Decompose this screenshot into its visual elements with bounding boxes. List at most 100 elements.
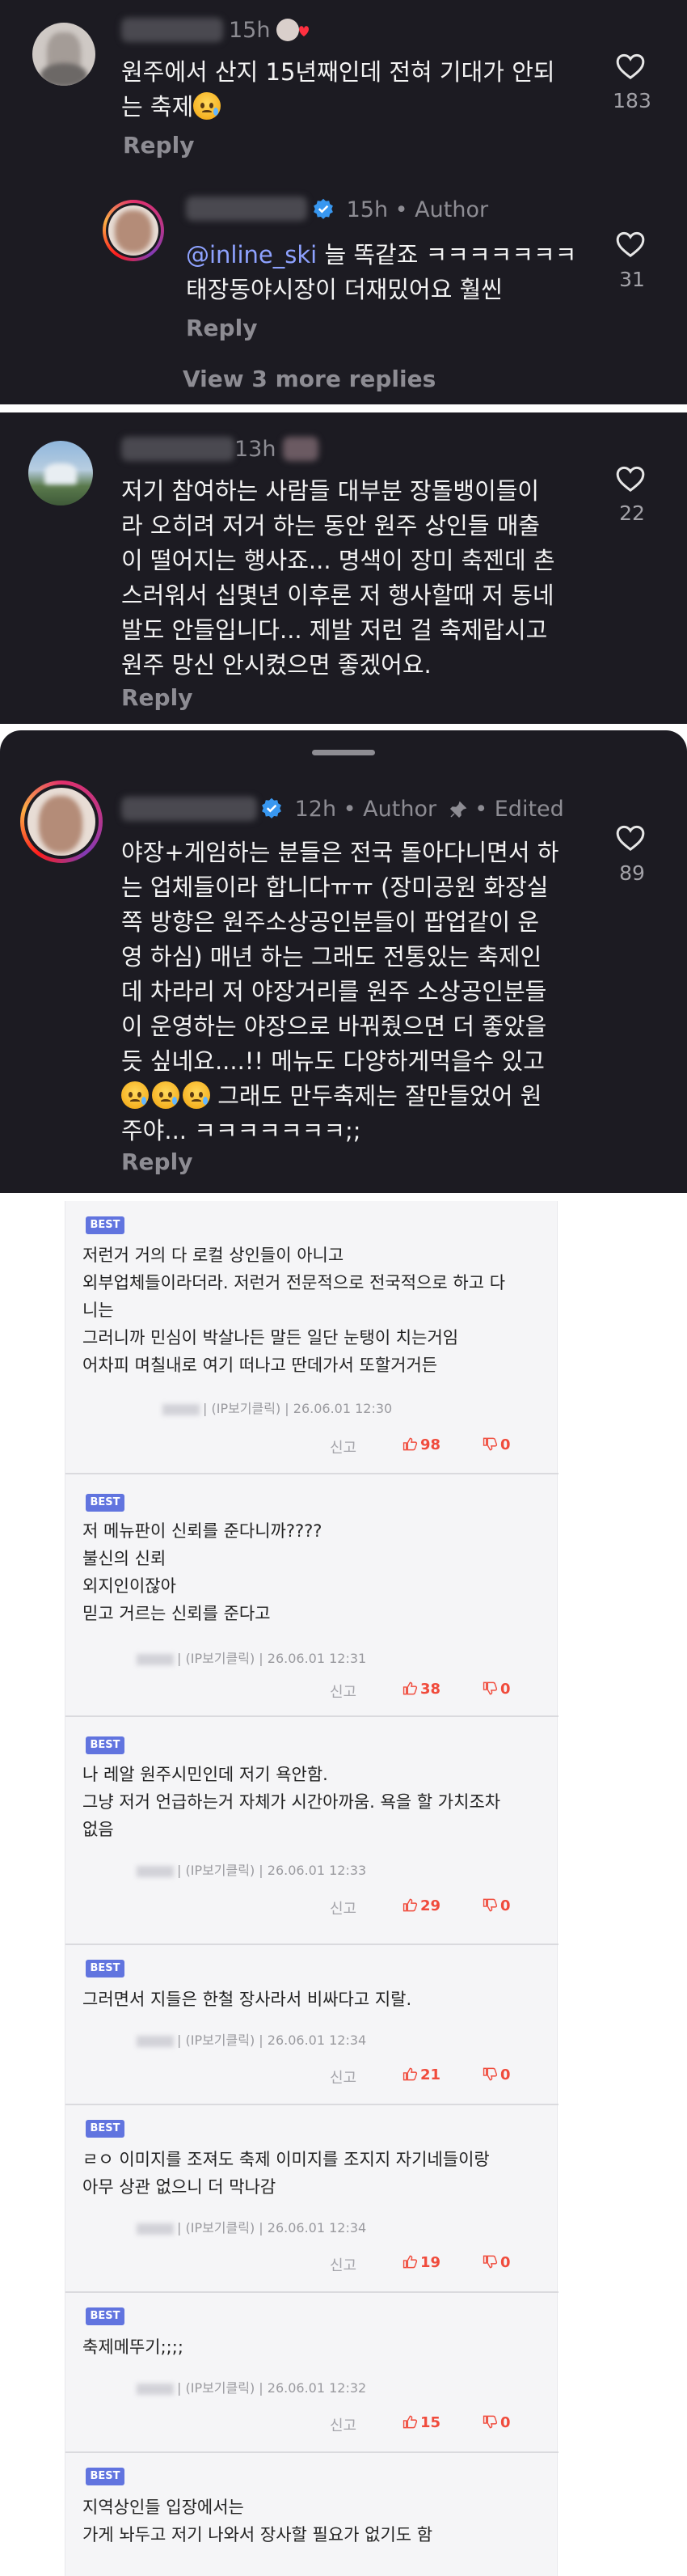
- downvote-button[interactable]: 0: [483, 2414, 511, 2431]
- thumbs-up-icon: [403, 2415, 418, 2429]
- board-comment: BEST 지역상인들 입장에서는 가게 놔두고 저기 나와서 장사할 필요가 없…: [65, 2453, 558, 2576]
- author-avatar[interactable]: [20, 780, 103, 863]
- nickname-blurred: [137, 2035, 174, 2047]
- author-username-blurred[interactable]: [121, 797, 257, 821]
- report-button[interactable]: 신고: [330, 2066, 356, 2087]
- reply-button[interactable]: Reply: [123, 132, 194, 159]
- reply-button[interactable]: Reply: [121, 1148, 192, 1175]
- upvote-button[interactable]: 15: [403, 2414, 440, 2431]
- like-count: 183: [613, 89, 651, 112]
- downvote-button[interactable]: 0: [483, 2254, 511, 2271]
- nickname-blurred: [137, 1653, 174, 1665]
- report-button[interactable]: 신고: [330, 1897, 356, 1918]
- board-comment-text: 지역상인들 입장에서는 가게 놔두고 저기 나와서 장사할 필요가 없기도 함: [82, 2498, 433, 2544]
- sad-face-emoji: [152, 1081, 179, 1109]
- board-comment: BEST 나 레알 원주시민인데 저기 욕안함. 그냥 저거 언급하는거 자체가…: [65, 1717, 558, 1945]
- upvote-button[interactable]: 98: [403, 1436, 440, 1453]
- board-comment-meta: | (IP보기클릭) | 26.06.01 12:30: [162, 1398, 392, 1417]
- board-comment: BEST ㄹㅇ 이미지를 조져도 축제 이미지를 조지지 자기네들이랑 아무 상…: [65, 2105, 558, 2293]
- liked-by-author-icon: [283, 437, 318, 461]
- thumbs-up-icon: [403, 2255, 418, 2269]
- comment-text: 야장+게임하는 분들은 전국 돌아다니면서 하 는 업체들이라 합니다ㅠㅠ (장…: [121, 839, 559, 1144]
- sad-face-emoji: [121, 1081, 149, 1109]
- comment-panel-2: 13h 저기 참여하는 사람들 대부분 장돌뱅이들이 라 오히려 저거 하는 동…: [0, 412, 687, 724]
- thumbs-down-icon: [483, 1898, 498, 1912]
- sad-face-emoji: [193, 92, 221, 120]
- author-meta: 15h • Author: [312, 197, 488, 222]
- board-comment: BEST 축제메뚜기;;;; | (IP보기클릭) | 26.06.01 12:…: [65, 2293, 558, 2453]
- thumbs-down-icon: [483, 2415, 498, 2429]
- verified-badge-icon: [314, 198, 333, 219]
- best-badge: BEST: [86, 1736, 124, 1754]
- nickname-blurred: [137, 1865, 174, 1877]
- best-badge: BEST: [86, 1216, 124, 1234]
- board-comment-text: ㄹㅇ 이미지를 조져도 축제 이미지를 조지지 자기네들이랑 아무 상관 없으니…: [82, 2150, 490, 2197]
- like-count: 22: [619, 501, 645, 525]
- pin-icon: [449, 801, 467, 818]
- report-button[interactable]: 신고: [330, 1681, 356, 1702]
- thumbs-down-icon: [483, 1437, 498, 1451]
- board-comment-text: 나 레알 원주시민인데 저기 욕안함. 그냥 저거 언급하는거 자체가 시간아까…: [82, 1765, 501, 1839]
- downvote-button[interactable]: 0: [483, 1681, 511, 1698]
- username-blurred[interactable]: [121, 18, 223, 42]
- board-comment: BEST 그러면서 지들은 한철 장사라서 비싸다고 지랄. | (IP보기클릭…: [65, 1945, 558, 2105]
- report-button[interactable]: 신고: [330, 2254, 356, 2275]
- board-comment-meta: | (IP보기클릭) | 26.06.01 12:33: [137, 1859, 366, 1879]
- comment-text: 원주에서 산지 15년째인데 전혀 기대가 안되 는 축제: [121, 58, 555, 121]
- comment-text: 저기 참여하는 사람들 대부분 장돌뱅이들이 라 오히려 저거 하는 동안 원주…: [121, 477, 555, 679]
- thumbs-up-icon: [403, 1437, 418, 1451]
- board-comment: BEST 저 메뉴판이 신뢰를 준다니까???? 불신의 신뢰 외지인이잖아 믿…: [65, 1474, 558, 1717]
- downvote-button[interactable]: 0: [483, 1897, 511, 1914]
- best-badge: BEST: [86, 2120, 124, 2138]
- mention-link[interactable]: @inline_ski: [186, 241, 317, 269]
- board-comment-meta: | (IP보기클릭) | 26.06.01 12:31: [137, 1648, 366, 1667]
- comment-text: @inline_ski 늘 똑같죠 ㅋㅋㅋㅋㅋㅋㅋ 태장동야시장이 더재밌어요 …: [186, 241, 577, 303]
- upvote-button[interactable]: 21: [403, 2066, 440, 2083]
- thumbs-down-icon: [483, 2255, 498, 2269]
- report-button[interactable]: 신고: [330, 1436, 356, 1457]
- downvote-button[interactable]: 0: [483, 1436, 511, 1453]
- upvote-button[interactable]: 19: [403, 2254, 440, 2271]
- board-comment-text: 저 메뉴판이 신뢰를 준다니까???? 불신의 신뢰 외지인이잖아 믿고 거르는…: [82, 1521, 322, 1623]
- best-badge: BEST: [86, 2307, 124, 2325]
- reply-button[interactable]: Reply: [186, 315, 257, 341]
- thumbs-up-icon: [403, 1898, 418, 1912]
- report-button[interactable]: 신고: [330, 2414, 356, 2435]
- thumbs-up-icon: [403, 1681, 418, 1695]
- verified-badge-icon: [262, 797, 281, 818]
- upvote-button[interactable]: 38: [403, 1681, 440, 1698]
- author-meta: 12h • Author • Edited: [260, 797, 564, 822]
- liked-by-author-icon: [276, 19, 309, 41]
- comment-panel-1: 15h 원주에서 산지 15년째인데 전혀 기대가 안되 는 축제 Reply …: [0, 0, 687, 404]
- upvote-button[interactable]: 29: [403, 1897, 440, 1914]
- heart-icon[interactable]: [614, 822, 647, 854]
- view-more-replies-button[interactable]: View 3 more replies: [183, 366, 436, 392]
- like-count: 89: [619, 861, 645, 885]
- avatar[interactable]: [32, 23, 95, 86]
- nickname-blurred: [137, 2223, 174, 2235]
- sheet-drag-handle[interactable]: [312, 750, 375, 755]
- board-comment-text: 저런거 거의 다 로컬 상인들이 아니고 외부업체들이라더라. 저런거 전문적으…: [82, 1246, 506, 1375]
- board-comment-meta: | (IP보기클릭) | 26.06.01 12:32: [137, 2377, 366, 2396]
- reply-button[interactable]: Reply: [121, 684, 192, 711]
- thumbs-down-icon: [483, 1681, 498, 1695]
- board-comment-text: 그러면서 지들은 한철 장사라서 비싸다고 지랄.: [82, 1990, 412, 2009]
- heart-icon[interactable]: [614, 463, 647, 495]
- nickname-blurred: [137, 2383, 174, 2395]
- avatar[interactable]: [28, 441, 93, 505]
- thumbs-up-icon: [403, 2067, 418, 2081]
- comment-sheet: 12h • Author • Edited 야장+게임하는 분들은 전국 돌아다…: [0, 730, 687, 1193]
- comment-time: 13h: [234, 437, 276, 462]
- sad-face-emoji: [183, 1081, 210, 1109]
- best-badge: BEST: [86, 2468, 124, 2485]
- username-blurred[interactable]: [121, 437, 234, 461]
- author-avatar[interactable]: [103, 200, 164, 261]
- board-comment: BEST 저런거 거의 다 로컬 상인들이 아니고 외부업체들이라더라. 저런거…: [65, 1201, 558, 1474]
- downvote-button[interactable]: 0: [483, 2066, 511, 2083]
- heart-icon[interactable]: [614, 50, 647, 82]
- comment-time: 15h: [229, 18, 271, 43]
- board-comment-meta: | (IP보기클릭) | 26.06.01 12:34: [137, 2217, 366, 2236]
- like-count: 31: [619, 268, 645, 291]
- heart-icon[interactable]: [614, 228, 647, 260]
- author-username-blurred[interactable]: [186, 197, 307, 221]
